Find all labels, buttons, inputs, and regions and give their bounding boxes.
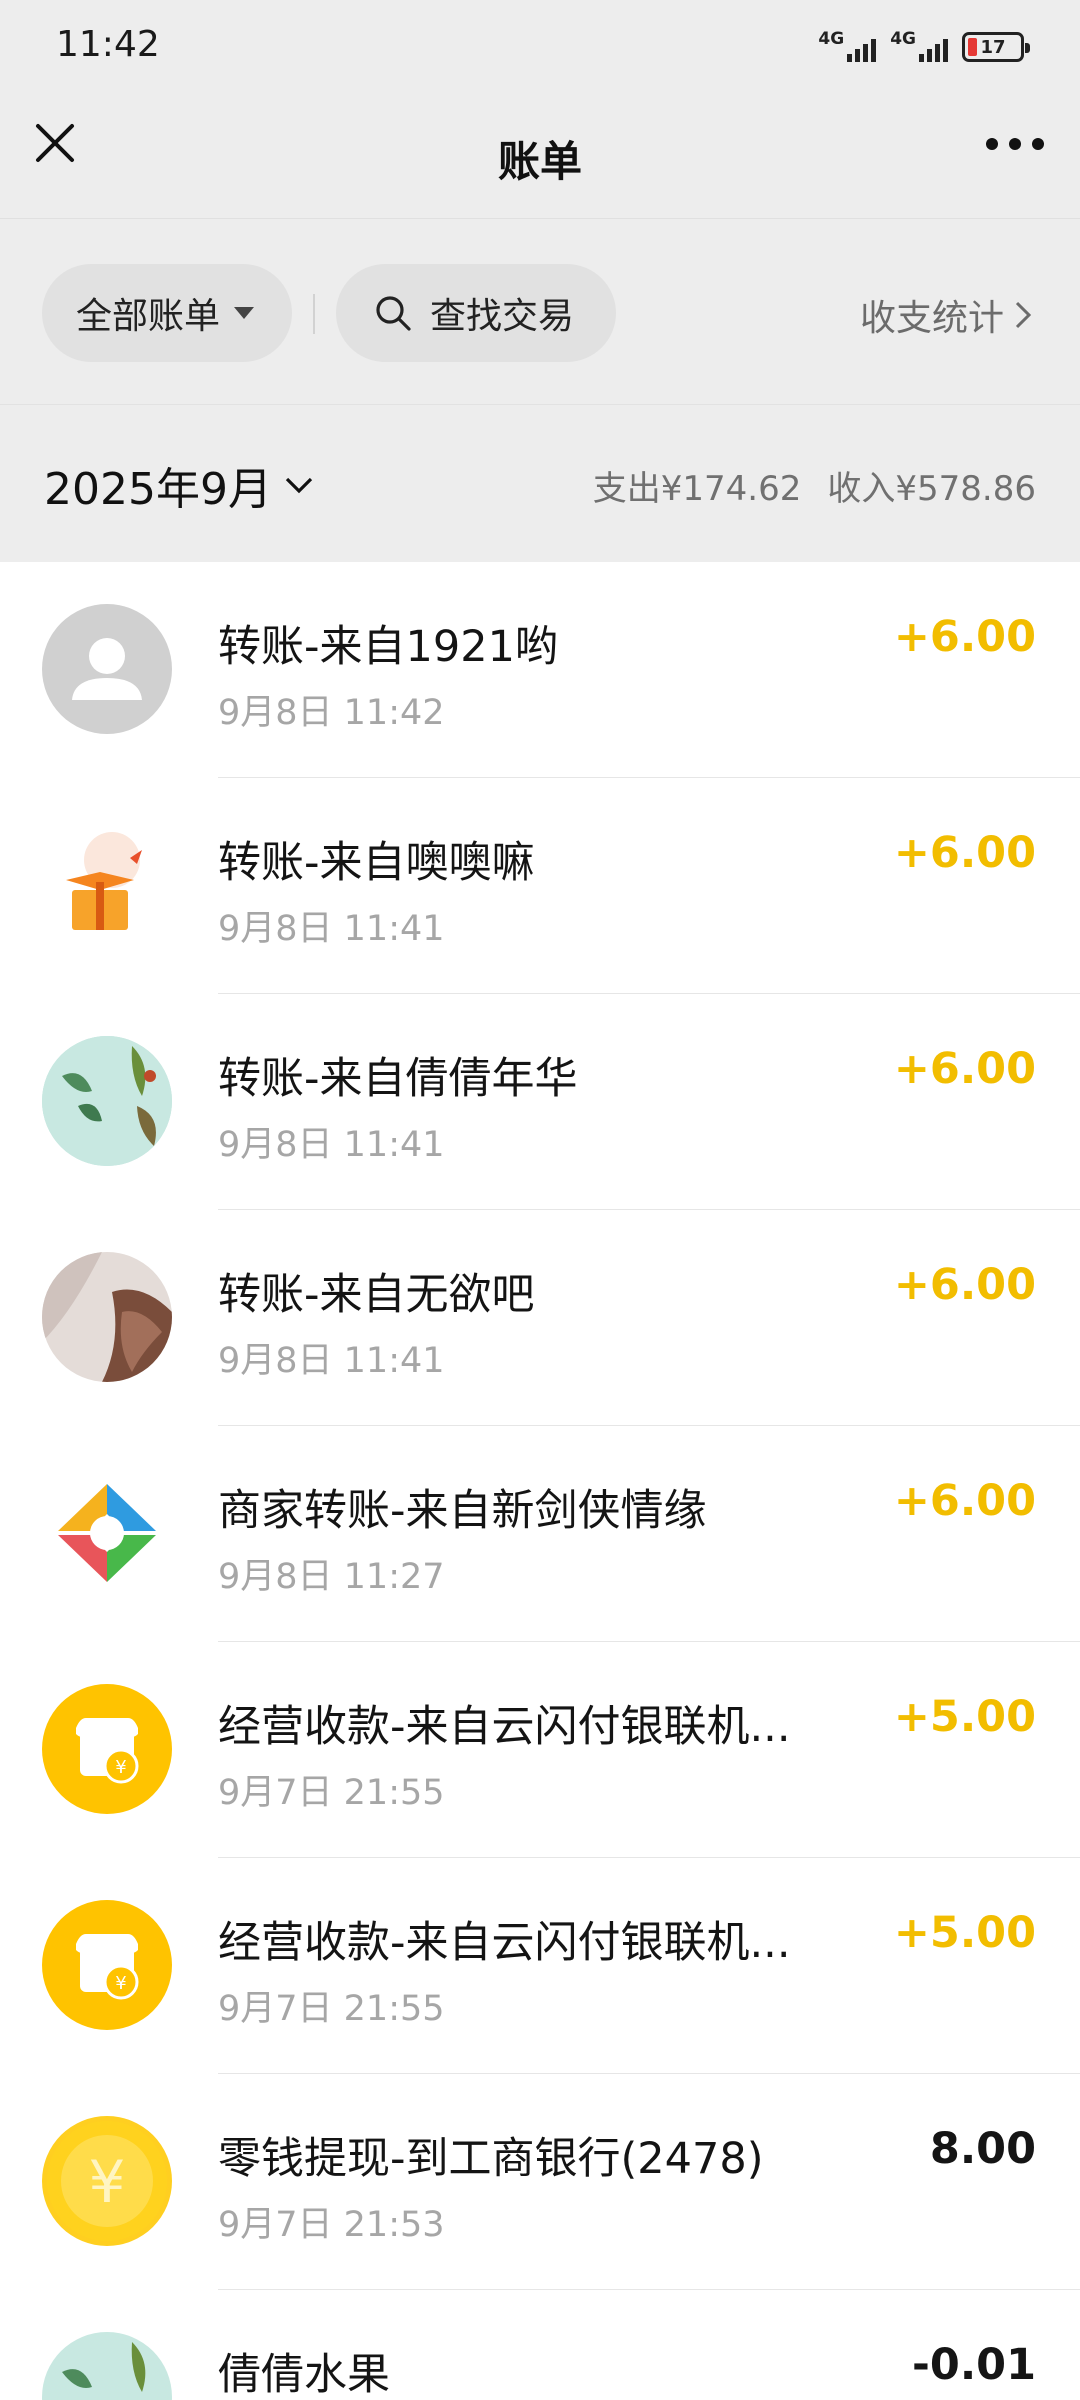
transaction-row[interactable]: 转账-来自1921哟 9月8日 11:42 +6.00	[0, 562, 1080, 778]
month-selector[interactable]: 2025年9月	[44, 453, 314, 517]
income-total: 收入¥578.86	[827, 469, 1036, 509]
transaction-title: 转账-来自倩倩年华	[218, 1054, 578, 1104]
plant-photo-avatar-icon	[42, 2332, 172, 2400]
more-dots-icon	[986, 138, 998, 150]
svg-text:¥: ¥	[115, 1973, 126, 1994]
divider	[313, 294, 315, 334]
transaction-title: 商家转账-来自新剑侠情缘	[218, 1486, 707, 1536]
transaction-amount: +6.00	[893, 1260, 1036, 1310]
transaction-amount: -0.01	[912, 2340, 1036, 2390]
svg-text:¥: ¥	[115, 1757, 126, 1778]
game-logo-avatar-icon	[42, 1468, 172, 1598]
transaction-title: 转账-来自无欲吧	[218, 1270, 535, 1320]
status-time: 11:42	[56, 24, 160, 65]
caret-down-icon	[234, 307, 255, 319]
month-header: 2025年9月 支出¥174.62 收入¥578.86	[0, 404, 1080, 562]
battery-icon: 17	[962, 32, 1030, 62]
transaction-time: 9月8日 11:41	[218, 1341, 445, 1381]
transaction-row[interactable]: 商家转账-来自新剑侠情缘 9月8日 11:27 +6.00	[0, 1426, 1080, 1642]
transaction-row[interactable]: ¥ 零钱提现-到工商银行(2478) 9月7日 21:53 8.00	[0, 2074, 1080, 2290]
transaction-amount: +6.00	[893, 1044, 1036, 1094]
transaction-time: 9月7日 21:55	[218, 1773, 445, 1813]
shop-icon-avatar-icon: ¥	[42, 1684, 172, 1814]
transaction-row[interactable]: ¥ 经营收款-来自云闪付银联机... 9月7日 21:55 +5.00	[0, 1642, 1080, 1858]
status-bar: 11:42 4G 4G 17	[0, 0, 1080, 88]
transaction-time: 9月7日 21:53	[218, 2205, 445, 2245]
chevron-down-icon	[285, 477, 313, 494]
transaction-amount: +5.00	[893, 1908, 1036, 1958]
expense-total: 支出¥174.62	[592, 469, 802, 509]
more-button[interactable]	[980, 124, 1050, 164]
cellular-signal-icon: 4G	[818, 31, 877, 62]
transaction-amount: +6.00	[893, 1476, 1036, 1526]
transaction-row[interactable]: ¥ 经营收款-来自云闪付银联机... 9月7日 21:55 +5.00	[0, 1858, 1080, 2074]
shop-icon-avatar-icon: ¥	[42, 1900, 172, 2030]
transaction-time: 9月8日 11:42	[218, 693, 445, 733]
search-icon	[376, 296, 411, 331]
transaction-amount: 8.00	[929, 2124, 1036, 2174]
plant-photo-avatar-icon	[42, 1036, 172, 1166]
transaction-title: 经营收款-来自云闪付银联机...	[218, 1702, 791, 1752]
filter-dropdown[interactable]: 全部账单	[42, 264, 292, 362]
transaction-title: 转账-来自噢噢嘛	[218, 838, 535, 888]
yuan-coin-avatar-icon: ¥	[42, 2116, 172, 2246]
transaction-amount: +6.00	[893, 828, 1036, 878]
chevron-right-icon	[1015, 301, 1032, 329]
stats-link[interactable]: 收支统计	[860, 289, 1032, 341]
transaction-time: 9月7日 21:55	[218, 1989, 445, 2029]
transaction-amount: +6.00	[893, 612, 1036, 662]
nav-bar: 账单	[0, 88, 1080, 218]
transaction-title: 倩倩水果	[218, 2350, 390, 2400]
transaction-title: 零钱提现-到工商银行(2478)	[218, 2134, 764, 2184]
toolbar: 全部账单 查找交易 收支统计	[0, 218, 1080, 404]
portrait-photo-avatar-icon	[42, 1252, 172, 1382]
default-avatar-icon	[42, 604, 172, 734]
month-summary: 支出¥174.62 收入¥578.86	[593, 461, 1036, 510]
transaction-list: 转账-来自1921哟 9月8日 11:42 +6.00 转账-来自噢噢嘛 9月8…	[0, 562, 1080, 2400]
transaction-row[interactable]: 转账-来自噢噢嘛 9月8日 11:41 +6.00	[0, 778, 1080, 994]
transaction-row[interactable]: 倩倩水果 -0.01	[0, 2290, 1080, 2400]
status-icons: 4G 4G 17	[818, 28, 1030, 62]
svg-text:¥: ¥	[89, 2148, 126, 2216]
stats-label: 收支统计	[859, 298, 1004, 339]
transaction-row[interactable]: 转账-来自倩倩年华 9月8日 11:41 +6.00	[0, 994, 1080, 1210]
transaction-time: 9月8日 11:27	[218, 1557, 445, 1597]
transaction-time: 9月8日 11:41	[218, 909, 445, 949]
month-label: 2025年9月	[44, 464, 272, 515]
transaction-time: 9月8日 11:41	[218, 1125, 445, 1165]
gift-box-avatar-icon	[42, 820, 172, 950]
search-button[interactable]: 查找交易	[336, 264, 616, 362]
transaction-amount: +5.00	[893, 1692, 1036, 1742]
cellular-signal-icon-2: 4G	[890, 31, 948, 62]
transaction-title: 转账-来自1921哟	[218, 622, 558, 672]
page-title: 账单	[497, 137, 582, 186]
filter-label: 全部账单	[76, 296, 221, 337]
search-label: 查找交易	[430, 296, 575, 337]
transaction-title: 经营收款-来自云闪付银联机...	[218, 1918, 791, 1968]
transaction-row[interactable]: 转账-来自无欲吧 9月8日 11:41 +6.00	[0, 1210, 1080, 1426]
